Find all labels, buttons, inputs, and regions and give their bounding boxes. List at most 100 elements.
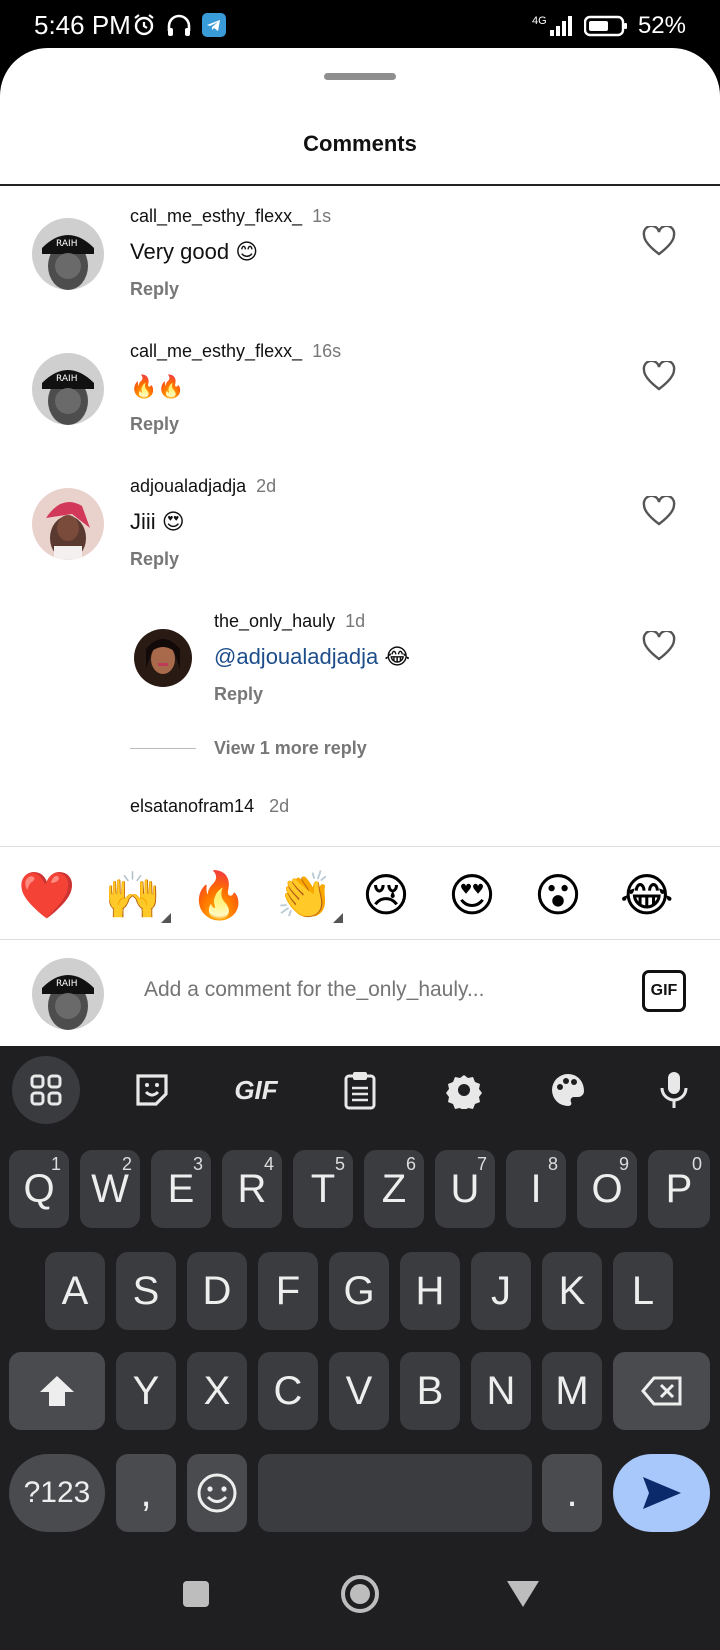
comment-username[interactable]: call_me_esthy_flexx_ [130,341,302,361]
key-c[interactable]: C [258,1352,318,1430]
comma-key[interactable]: , [116,1454,176,1532]
avatar[interactable] [32,488,104,560]
status-bar: 5:46 PM 4G 52% [0,0,720,52]
send-arrow-icon [642,1477,681,1509]
back-triangle-icon[interactable] [506,1580,540,1608]
emoji-crying[interactable]: 😢 [362,867,410,923]
key-o[interactable]: O9 [577,1150,637,1228]
emoji-heart-eyes[interactable]: 😍 [448,867,496,923]
comment-username[interactable]: the_only_hauly [214,611,335,631]
comment: RAIH call_me_esthy_flexx_ 16s 🔥🔥 Reply [0,321,720,451]
send-key[interactable] [613,1454,710,1532]
like-heart-icon[interactable] [642,631,676,661]
key-label: R [237,1166,267,1211]
emoji-glyph: 🙌 [104,868,162,922]
comment-username[interactable]: call_me_esthy_flexx_ [130,206,302,226]
emoji-key[interactable] [187,1454,247,1532]
key-label: E [167,1166,195,1211]
key-z[interactable]: Z6 [364,1150,424,1228]
key-m[interactable]: M [542,1352,602,1430]
emoji-heart[interactable]: ❤️ [18,867,75,923]
key-b[interactable]: B [400,1352,460,1430]
quick-emoji-bar: ❤️ 🙌 🔥 👏 😢 😍 😮 😂 [0,846,720,940]
sticker-icon[interactable] [118,1056,186,1124]
key-p[interactable]: P0 [648,1150,710,1228]
mention-link[interactable]: @adjoualadjadja [214,644,378,669]
gif-button[interactable]: GIF [642,970,686,1012]
key-q[interactable]: Q1 [9,1150,69,1228]
svg-text:4G: 4G [532,15,547,27]
clock: 5:46 PM [34,10,131,40]
avatar[interactable]: RAIH [32,218,104,290]
key-h[interactable]: H [400,1252,460,1330]
period-key[interactable]: . [542,1454,602,1532]
signal-icon: 4G [532,15,572,36]
emoji-laughing[interactable]: 😂 [620,867,674,923]
battery-percent: 52% [637,12,686,39]
shift-key[interactable] [9,1352,105,1430]
key-g[interactable]: G [329,1252,389,1330]
key-n[interactable]: N [471,1352,531,1430]
comment-username[interactable]: elsatanofram14 [130,796,254,816]
key-a[interactable]: A [45,1252,105,1330]
drag-handle[interactable] [324,73,396,80]
key-u[interactable]: U7 [435,1150,495,1228]
emoji-fire[interactable]: 🔥 [190,867,247,923]
microphone-icon[interactable] [640,1056,708,1124]
comment-username[interactable]: adjoualadjadja [130,476,246,496]
comment-time: 1s [312,206,332,226]
comments-sheet: Comments RAIH call_me_esthy_flexx_ 1s Ver… [0,48,720,1046]
key-w[interactable]: W2 [80,1150,140,1228]
backspace-key[interactable] [613,1352,710,1430]
key-s[interactable]: S [116,1252,176,1330]
current-user-avatar: RAIH [32,958,104,1030]
comment-time: 2d [256,476,277,496]
key-d[interactable]: D [187,1252,247,1330]
avatar[interactable]: RAIH [32,353,104,425]
key-t[interactable]: T5 [293,1150,353,1228]
key-y[interactable]: Y [116,1352,176,1430]
svg-text:RAIH: RAIH [56,979,77,989]
space-bar[interactable] [258,1454,532,1532]
avatar[interactable] [134,629,192,687]
recents-square-icon[interactable] [182,1580,210,1608]
clipboard-icon[interactable] [326,1056,394,1124]
key-i[interactable]: I8 [506,1150,566,1228]
reply-button[interactable]: Reply [130,414,341,435]
reply-button[interactable]: Reply [130,549,276,570]
key-label: O [591,1166,623,1211]
key-r[interactable]: R4 [222,1150,282,1228]
symbols-key[interactable]: ?123 [9,1454,105,1532]
key-label: P [665,1166,693,1211]
comment-list[interactable]: RAIH call_me_esthy_flexx_ 1s Very good 😊 … [0,186,720,844]
key-k[interactable]: K [542,1252,602,1330]
key-f[interactable]: F [258,1252,318,1330]
comment-input[interactable] [144,978,574,1002]
emoji-surprised[interactable]: 😮 [534,867,582,923]
theme-palette-icon[interactable] [534,1056,602,1124]
reply-button[interactable]: Reply [214,684,410,705]
svg-text:RAIH: RAIH [56,374,77,384]
like-heart-icon[interactable] [642,361,676,391]
key-hint: 0 [691,1154,702,1174]
smiley-icon [197,1473,237,1513]
key-hint: 1 [50,1154,61,1174]
key-j[interactable]: J [471,1252,531,1330]
key-x[interactable]: X [187,1352,247,1430]
view-more-replies-button[interactable]: View 1 more reply [130,738,367,759]
apps-grid-icon[interactable] [12,1056,80,1124]
reply-button[interactable]: Reply [130,279,331,300]
like-heart-icon[interactable] [642,496,676,526]
key-l[interactable]: L [613,1252,673,1330]
settings-gear-icon[interactable] [430,1056,498,1124]
home-circle-icon[interactable] [340,1574,380,1614]
like-heart-icon[interactable] [642,226,676,256]
key-e[interactable]: E3 [151,1150,211,1228]
emoji-clapping[interactable]: 👏 [276,867,344,923]
telegram-icon [202,13,226,37]
svg-text:RAIH: RAIH [56,239,77,249]
emoji-raising-hands[interactable]: 🙌 [104,867,172,923]
key-hint: 9 [618,1154,629,1174]
gif-keyboard-button[interactable]: GIF [222,1056,290,1124]
key-v[interactable]: V [329,1352,389,1430]
